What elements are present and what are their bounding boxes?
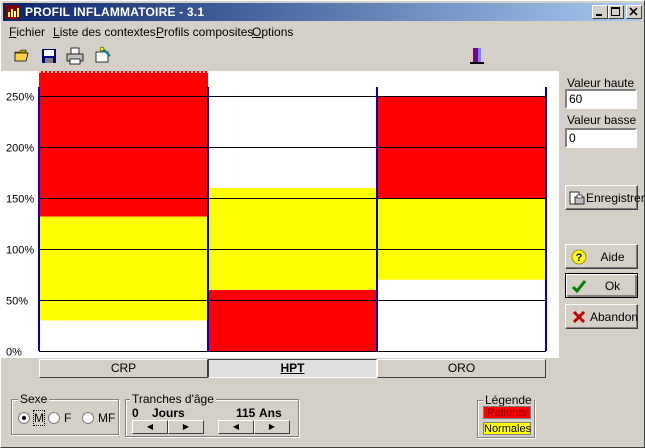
minimize-icon [596,14,602,16]
close-button[interactable] [626,5,642,19]
radio-mf-label: MF [98,411,116,425]
arrow-left-icon: ◀ [146,422,154,431]
radio-m[interactable] [18,412,30,424]
age-high-increase[interactable]: ▶ [254,420,290,434]
bar-patients-hpt [208,289,377,351]
print-icon[interactable] [65,46,85,66]
app-icon [6,5,20,19]
wizard-icon[interactable] [93,46,113,66]
open-folder-icon[interactable] [13,46,33,66]
valeur-basse-label: Valeur basse [567,113,637,127]
title-bar[interactable]: PROFIL INFLAMMATOIRE - 3.1 [3,3,642,21]
aide-label: Aide [600,250,625,264]
arrow-right-icon: ▶ [268,422,276,431]
ok-button[interactable]: Ok [565,273,638,298]
ytick-label: 50% [6,296,28,308]
legend-normales: Normales [483,422,532,435]
bar-patients-crp [39,71,208,217]
tranches-title: Tranches d'âge [130,392,216,406]
cancel-x-icon [572,310,586,324]
save-disk-icon[interactable] [39,46,59,66]
age-high-value: 115 [236,406,256,420]
ytick-label: 150% [6,194,34,206]
toolbar [3,43,642,69]
menu-options[interactable]: Options [252,25,293,39]
app-window: PROFIL INFLAMMATOIRE - 3.1 Fichier Liste… [0,0,645,448]
menu-liste-contextes[interactable]: Liste des contextes [53,25,156,39]
radio-f[interactable] [48,412,60,424]
bar-normales-hpt [208,188,377,290]
maximize-icon [611,7,620,16]
svg-text:?: ? [576,252,583,264]
ytick-label: 250% [6,92,34,104]
ytick-label: 0% [6,347,22,359]
minimize-button[interactable] [592,5,608,19]
checkmark-icon [571,280,587,294]
ytick-label: 100% [6,245,34,257]
tranches-group: Tranches d'âge 0 Jours 115 Ans ◀ ▶ ◀ ▶ [125,392,299,437]
arrow-right-icon: ▶ [182,422,190,431]
ok-label: Ok [604,279,621,293]
help-icon: ? [571,249,587,265]
legend-patients: Patients [483,406,531,419]
abandon-label: Abandon [590,310,639,324]
abandon-button[interactable]: Abandon [565,304,638,329]
aide-button[interactable]: ? Aide [565,244,638,269]
valeur-haute-label: Valeur haute [567,76,635,90]
close-icon [629,7,638,16]
tab-oro[interactable]: ORO [377,359,546,378]
maximize-button[interactable] [608,5,624,19]
age-low-value: 0 [132,406,139,420]
age-low-unit: Jours [152,406,185,420]
ytick-label: 200% [6,143,34,155]
arrow-left-icon: ◀ [232,422,240,431]
tab-crp[interactable]: CRP [39,359,208,378]
bar-normales-crp [39,216,208,321]
legende-title: Légende [483,393,534,407]
radio-m-label: M [33,410,45,426]
menu-fichier[interactable]: Fichier [9,25,45,39]
age-low-decrease[interactable]: ◀ [132,420,168,434]
enregistrer-label: Enregistrer [586,191,645,205]
chart-area: 0% 50% 100% 150% 200% 250% [1,71,559,359]
age-low-increase[interactable]: ▶ [168,420,204,434]
radio-f-label: F [64,411,72,425]
enregistrer-button[interactable]: Enregistrer [565,185,645,210]
window-title: PROFIL INFLAMMATOIRE - 3.1 [25,5,205,19]
sexe-group: Sexe M F MF [11,392,119,435]
tab-hpt[interactable]: HPT [208,359,377,378]
menu-profils-composites[interactable]: Profils composites [156,25,253,39]
valeur-haute-input[interactable] [565,89,637,109]
radio-mf[interactable] [82,412,94,424]
age-high-unit: Ans [259,406,282,420]
bar-chart: 0% 50% 100% 150% 200% 250% [6,71,547,359]
exit-door-icon[interactable] [467,46,487,66]
sexe-title: Sexe [18,392,50,406]
menu-bar: Fichier Liste des contextes Profils comp… [3,23,642,41]
age-high-decrease[interactable]: ◀ [218,420,254,434]
valeur-basse-input[interactable] [565,128,637,148]
bar-normales-oro [377,198,546,280]
register-icon [569,191,585,205]
